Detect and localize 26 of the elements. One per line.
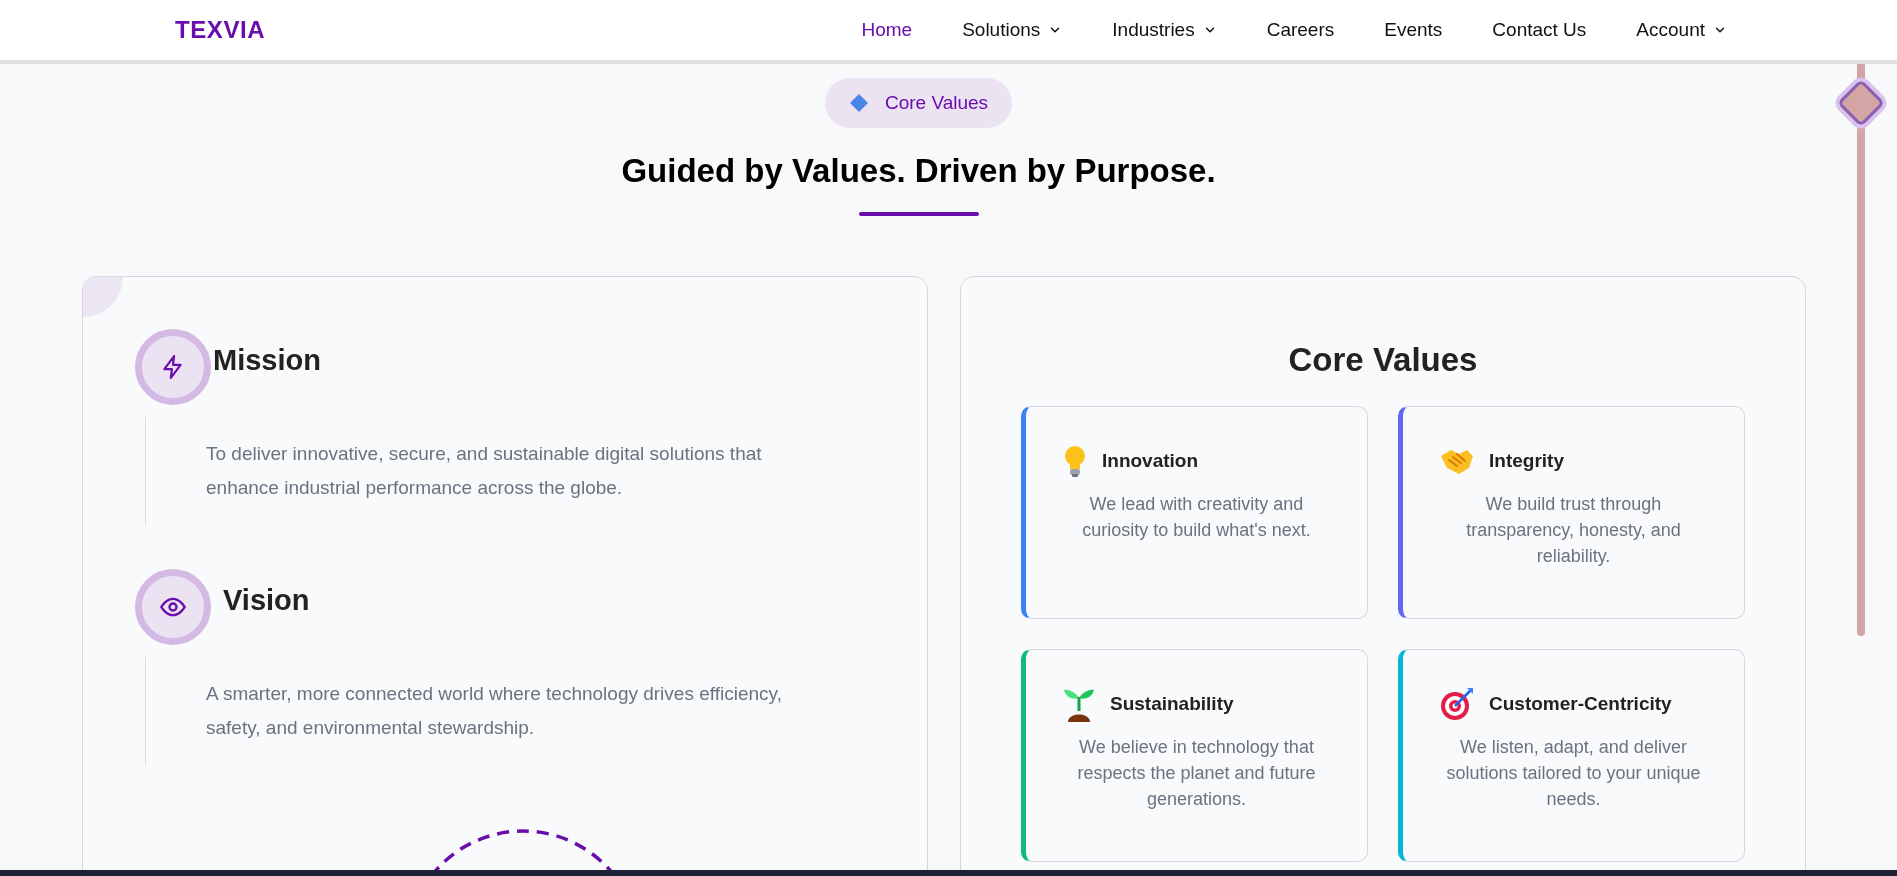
brand-logo[interactable]: TEXVIA	[175, 12, 266, 48]
core-values-title: Core Values	[1288, 339, 1478, 380]
value-description: We believe in technology that respects the planet and future generations.	[1076, 736, 1317, 811]
nav-link[interactable]: Contact Us	[1492, 15, 1587, 45]
nav-link[interactable]: Industries	[1112, 15, 1217, 45]
value-title: Integrity	[1489, 448, 1564, 473]
target-icon	[1439, 686, 1475, 722]
value-description: We build trust through transparency, honesty, and reliability.	[1465, 493, 1682, 568]
nav-link[interactable]: Solutions	[962, 15, 1063, 45]
value-description: We listen, adapt, and deliver solutions tailored to your unique needs.	[1445, 736, 1702, 811]
statement-title: Mission	[213, 342, 321, 378]
value-title: Customer-Centricity	[1489, 691, 1672, 716]
statement-title: Vision	[223, 582, 310, 618]
nav-link[interactable]: Home	[861, 15, 913, 45]
value-title: Innovation	[1102, 448, 1199, 473]
nav-link[interactable]: Account	[1636, 15, 1727, 45]
statement-text: A smarter, more connected world where technology drives efficiency, safety, and environmental stewardship.	[206, 681, 783, 740]
value-description: We lead with creativity and curiosity to build what's next.	[1081, 493, 1312, 542]
nav-link[interactable]: Careers	[1266, 15, 1335, 45]
statement-text: To deliver innovative, secure, and sustainable digital solutions that enhance industrial performance across the globe.	[206, 441, 763, 500]
value-title: Sustainability	[1110, 691, 1234, 716]
badge-label: Core Values	[884, 90, 989, 115]
lightbulb-icon	[1062, 444, 1088, 478]
nav-link[interactable]: Events	[1384, 15, 1443, 45]
diamond-icon	[848, 93, 869, 113]
section-heading: Guided by Values. Driven by Purpose.	[621, 151, 1216, 191]
